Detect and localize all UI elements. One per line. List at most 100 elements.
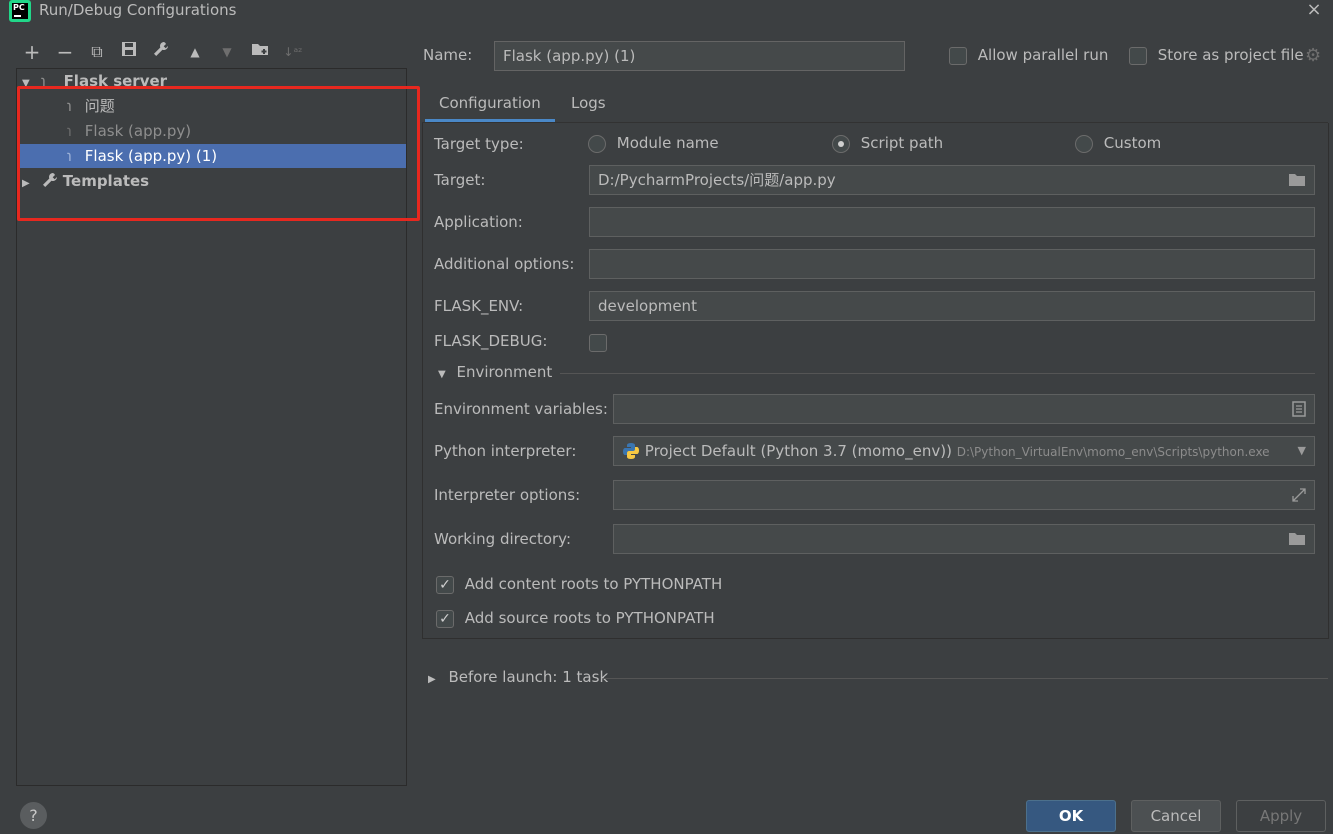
add-configuration-button[interactable]: + bbox=[21, 41, 43, 63]
close-icon[interactable]: × bbox=[1304, 0, 1324, 20]
target-input[interactable]: D:/PycharmProjects/问题/app.py bbox=[589, 165, 1315, 195]
application-input[interactable] bbox=[589, 207, 1315, 237]
python-interpreter-select[interactable]: Project Default (Python 3.7 (momo_env)) … bbox=[613, 436, 1315, 466]
window-title: Run/Debug Configurations bbox=[39, 1, 237, 19]
radio-button[interactable] bbox=[832, 134, 850, 153]
tree-item-templates[interactable]: ▶ Templates bbox=[18, 169, 406, 193]
edit-list-icon[interactable] bbox=[1292, 395, 1306, 423]
cancel-button[interactable]: Cancel bbox=[1131, 800, 1221, 832]
target-label: Target: bbox=[434, 171, 486, 189]
expand-arrow-icon: ▶ bbox=[428, 674, 436, 685]
expand-arrow-icon[interactable]: ▶ bbox=[22, 172, 36, 196]
target-type-label: Target type: bbox=[434, 135, 524, 153]
tab-configuration[interactable]: Configuration bbox=[425, 86, 555, 122]
browse-folder-icon[interactable] bbox=[1288, 166, 1306, 194]
flask-env-input[interactable]: development bbox=[589, 291, 1315, 321]
interpreter-path: D:\Python_VirtualEnv\momo_env\Scripts\py… bbox=[956, 445, 1270, 459]
move-up-button[interactable]: ▲ bbox=[184, 41, 206, 63]
tree-item-label: Flask (app.py) bbox=[84, 122, 192, 140]
pycharm-logo-icon: PC bbox=[9, 0, 31, 22]
remove-configuration-button[interactable]: − bbox=[54, 41, 76, 63]
flask-debug-label: FLASK_DEBUG: bbox=[434, 332, 548, 350]
radio-button[interactable] bbox=[1075, 134, 1093, 153]
before-launch-toggle[interactable]: ▶ Before launch: 1 task bbox=[428, 668, 608, 686]
radio-module-name[interactable]: Module name bbox=[588, 134, 719, 153]
section-divider bbox=[560, 373, 1315, 374]
environment-variables-label: Environment variables: bbox=[434, 400, 608, 418]
radio-button[interactable] bbox=[588, 134, 606, 153]
tree-group-flask-server[interactable]: ▼ ℩ Flask server bbox=[18, 69, 406, 89]
move-down-button[interactable]: ▼ bbox=[216, 41, 238, 63]
interpreter-options-input[interactable] bbox=[613, 480, 1315, 510]
tree-item-flask-app-1[interactable]: ℩ Flask (app.py) (1) bbox=[18, 144, 406, 168]
store-as-project-file-label: Store as project file bbox=[1157, 46, 1304, 64]
collapse-arrow-icon: ▼ bbox=[438, 369, 446, 380]
working-directory-input[interactable] bbox=[613, 524, 1315, 554]
before-launch-label: Before launch: 1 task bbox=[448, 668, 609, 686]
target-value: D:/PycharmProjects/问题/app.py bbox=[598, 171, 836, 189]
save-configuration-button[interactable] bbox=[118, 41, 140, 63]
add-content-roots-label: Add content roots to PYTHONPATH bbox=[464, 575, 723, 593]
checkbox-box[interactable] bbox=[949, 46, 967, 65]
tree-item-label: Flask (app.py) (1) bbox=[84, 147, 218, 165]
flask-icon: ℩ bbox=[40, 72, 46, 89]
working-directory-label: Working directory: bbox=[434, 530, 572, 548]
environment-variables-input[interactable] bbox=[613, 394, 1315, 424]
radio-label: Script path bbox=[860, 134, 944, 152]
flask-debug-checkbox[interactable] bbox=[589, 333, 607, 352]
title-bar: PC Run/Debug Configurations × bbox=[0, 0, 1333, 24]
python-interpreter-label: Python interpreter: bbox=[434, 442, 577, 460]
checkbox-box[interactable] bbox=[589, 333, 607, 352]
environment-section-toggle[interactable]: ▼ Environment bbox=[438, 363, 552, 381]
radio-label: Module name bbox=[616, 134, 719, 152]
apply-button[interactable]: Apply bbox=[1236, 800, 1326, 832]
allow-parallel-run-label: Allow parallel run bbox=[977, 46, 1109, 64]
environment-section-label: Environment bbox=[456, 363, 553, 381]
folder-icon bbox=[252, 44, 268, 55]
python-icon bbox=[623, 443, 639, 459]
wrench-icon bbox=[42, 173, 57, 187]
ok-button[interactable]: OK bbox=[1026, 800, 1116, 832]
interpreter-name: Project Default (Python 3.7 (momo_env)) bbox=[644, 442, 952, 460]
radio-label: Custom bbox=[1103, 134, 1162, 152]
add-source-roots-checkbox[interactable]: Add source roots to PYTHONPATH bbox=[436, 609, 715, 628]
tree-group-label: Flask server bbox=[63, 72, 168, 89]
additional-options-input[interactable] bbox=[589, 249, 1315, 279]
tree-item-flask-app[interactable]: ℩ Flask (app.py) bbox=[18, 119, 406, 143]
help-button[interactable]: ? bbox=[20, 802, 47, 829]
tab-logs[interactable]: Logs bbox=[557, 86, 620, 122]
name-input[interactable]: Flask (app.py) (1) bbox=[494, 41, 905, 71]
chevron-down-icon[interactable]: ▼ bbox=[1298, 437, 1306, 465]
configuration-panel bbox=[422, 123, 1329, 639]
flask-icon: ℩ bbox=[66, 147, 72, 165]
name-label: Name: bbox=[423, 46, 473, 64]
flask-icon: ℩ bbox=[66, 97, 72, 115]
browse-folder-icon[interactable] bbox=[1288, 525, 1306, 553]
gear-icon[interactable]: ⚙ bbox=[1305, 46, 1325, 66]
tree-item-wenti[interactable]: ℩ 问题 bbox=[18, 94, 406, 118]
flask-icon: ℩ bbox=[66, 122, 72, 140]
allow-parallel-run-checkbox[interactable]: Allow parallel run bbox=[949, 46, 1108, 65]
expand-icon[interactable] bbox=[1292, 481, 1306, 509]
store-as-project-file-checkbox[interactable]: Store as project file bbox=[1129, 46, 1304, 65]
interpreter-options-label: Interpreter options: bbox=[434, 486, 581, 504]
save-icon bbox=[122, 42, 136, 56]
add-content-roots-checkbox[interactable]: Add content roots to PYTHONPATH bbox=[436, 575, 722, 594]
expand-arrow-icon[interactable]: ▼ bbox=[22, 72, 36, 89]
edit-templates-button[interactable] bbox=[150, 41, 172, 63]
section-divider bbox=[603, 678, 1328, 679]
tree-item-label: Templates bbox=[62, 172, 150, 190]
sort-button[interactable]: ↓ᵃᶻ bbox=[282, 41, 304, 63]
checkbox-box[interactable] bbox=[1129, 46, 1147, 65]
checkbox-box[interactable] bbox=[436, 609, 454, 628]
new-folder-button[interactable] bbox=[249, 41, 271, 63]
checkbox-box[interactable] bbox=[436, 575, 454, 594]
application-label: Application: bbox=[434, 213, 523, 231]
copy-configuration-button[interactable]: ⧉ bbox=[86, 41, 108, 63]
add-source-roots-label: Add source roots to PYTHONPATH bbox=[464, 609, 715, 627]
radio-custom[interactable]: Custom bbox=[1075, 134, 1161, 153]
additional-options-label: Additional options: bbox=[434, 255, 575, 273]
tree-item-label: 问题 bbox=[84, 97, 115, 115]
radio-script-path[interactable]: Script path bbox=[832, 134, 943, 153]
flask-env-label: FLASK_ENV: bbox=[434, 297, 524, 315]
